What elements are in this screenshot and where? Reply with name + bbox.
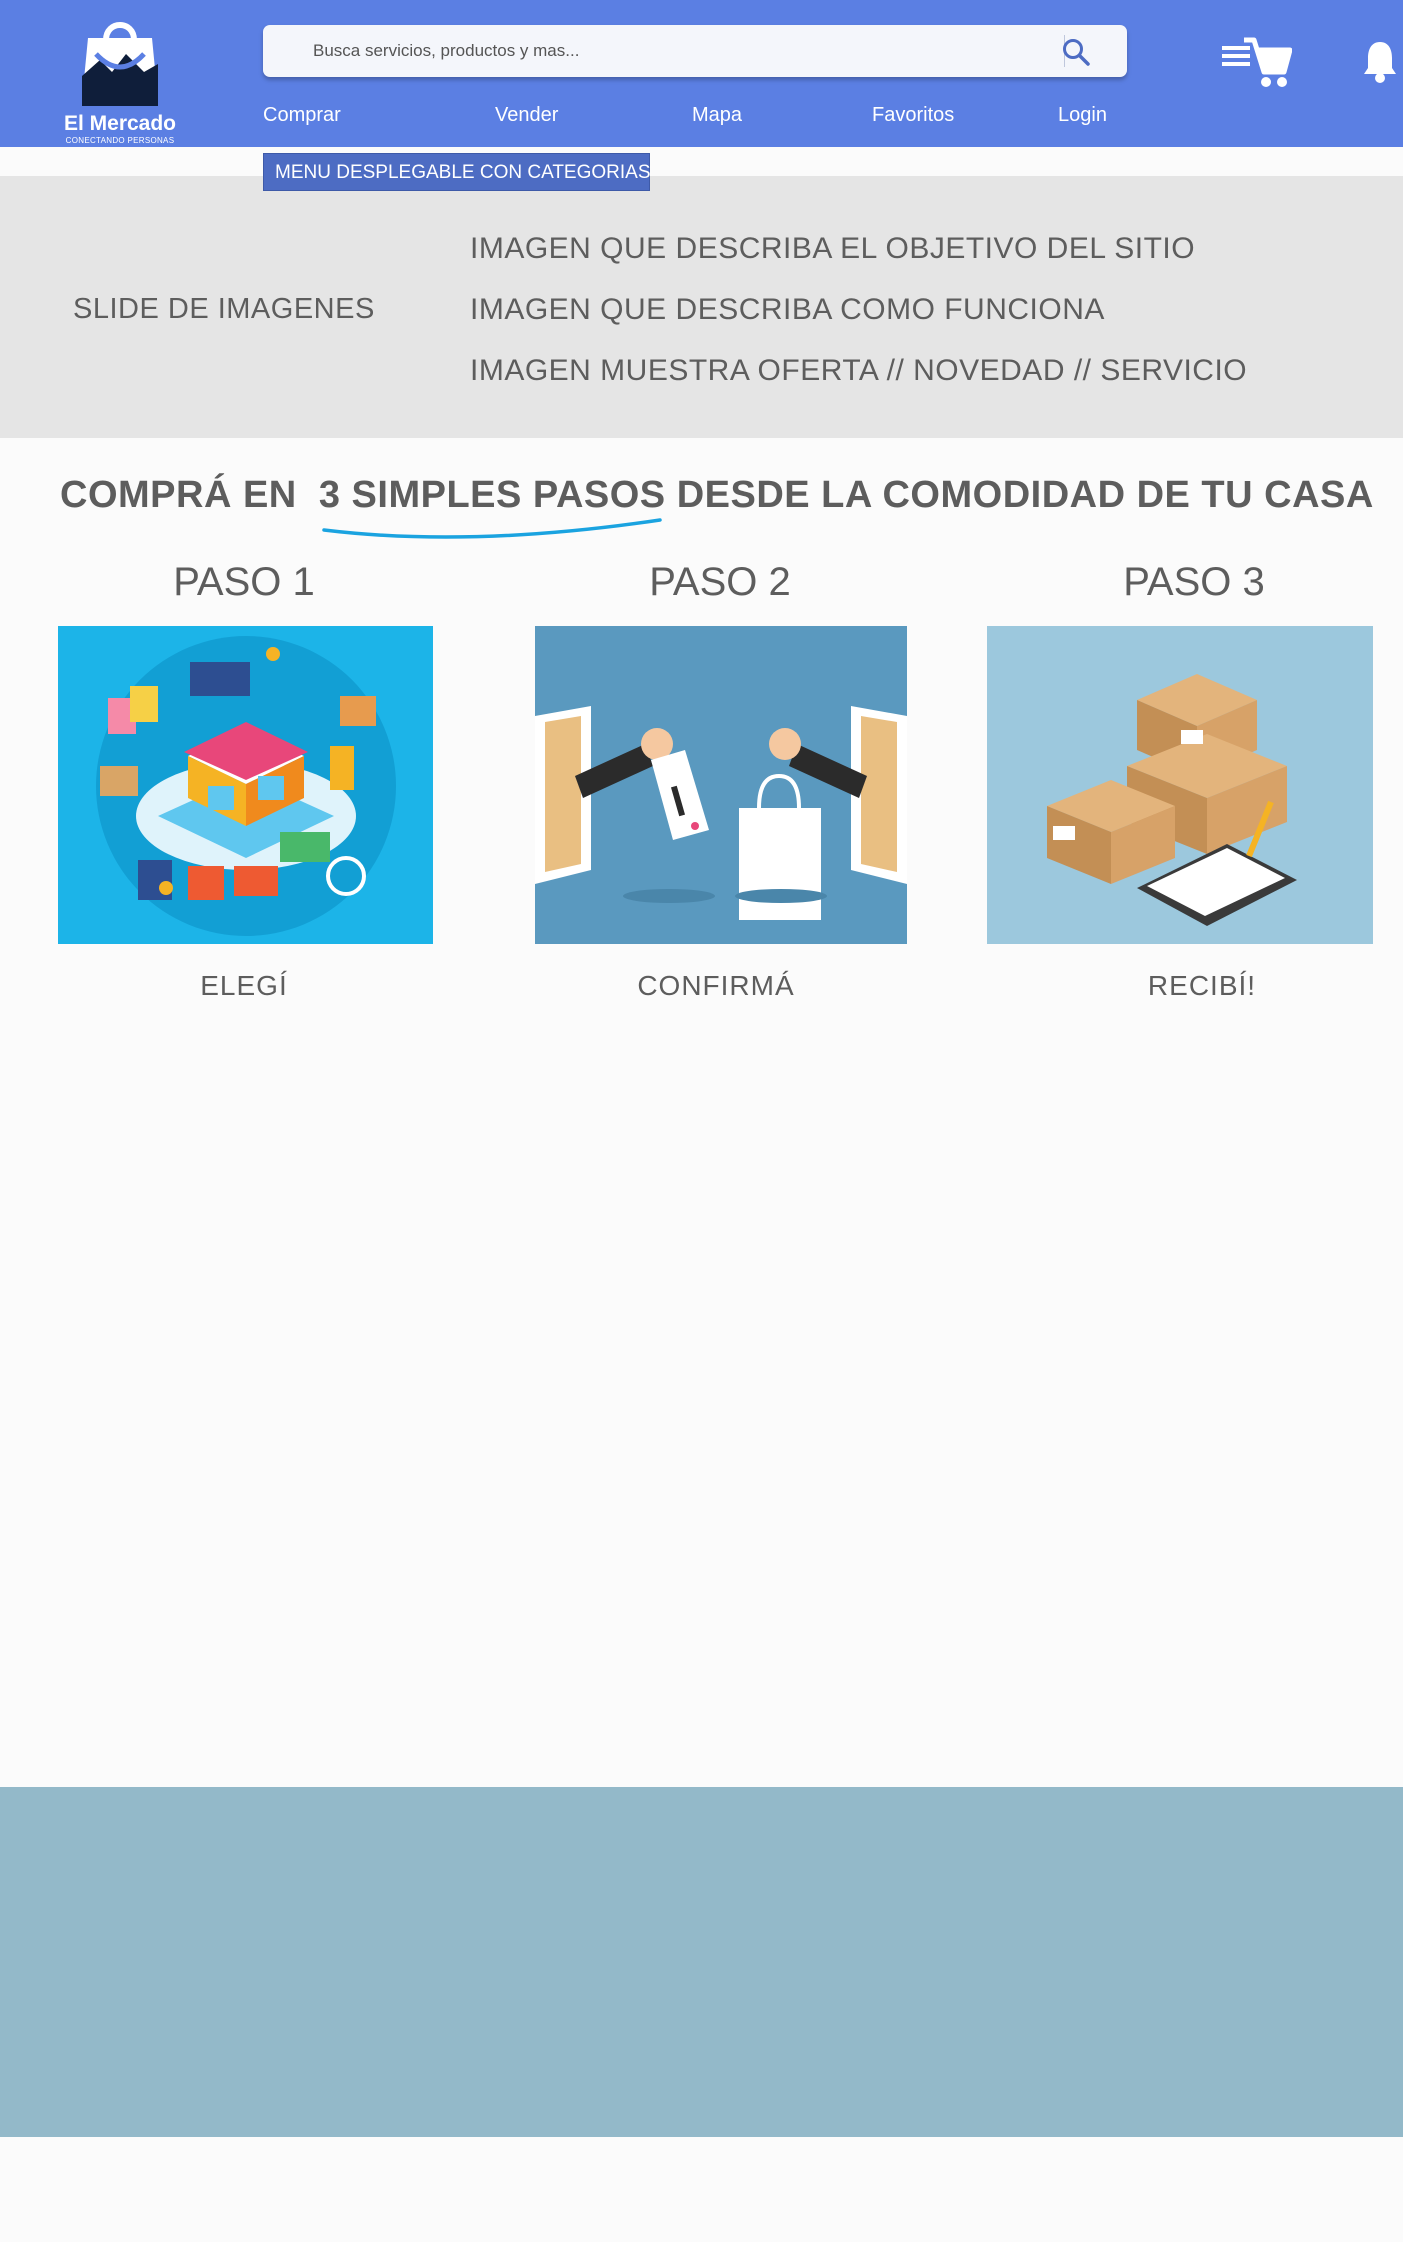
steps-heading-pre: COMPRÁ EN [60, 474, 297, 516]
step-1-label: ELEGÍ [200, 970, 288, 1001]
boxes-delivery-illustration [987, 626, 1373, 944]
bag-logo-icon [82, 22, 158, 106]
step-2-title: PASO 2 [649, 560, 791, 604]
top-header: El Mercado CONECTANDO PERSONAS Comprar V… [0, 0, 1403, 147]
footer-band [0, 1787, 1403, 2137]
shop-isometric-illustration [96, 636, 396, 936]
hands-exchange-illustration [535, 706, 907, 920]
hero-line-how-it-works: IMAGEN QUE DESCRIBA COMO FUNCIONA [470, 293, 1105, 326]
step-1-image [58, 626, 433, 944]
nav-favoritos[interactable]: Favoritos [872, 104, 954, 127]
hero-slider[interactable]: SLIDE DE IMAGENES IMAGEN QUE DESCRIBA EL… [0, 176, 1403, 438]
step-2-label: CONFIRMÁ [637, 970, 795, 1001]
hero-line-objective: IMAGEN QUE DESCRIBA EL OBJETIVO DEL SITI… [470, 232, 1196, 265]
step-3-image [987, 626, 1373, 944]
hero-line-offer: IMAGEN MUESTRA OFERTA // NOVEDAD // SERV… [470, 354, 1248, 387]
steps-heading: COMPRÁ EN 3 SIMPLES PASOS DESDE LA COMOD… [60, 474, 1374, 517]
step-3-title: PASO 3 [1123, 560, 1265, 604]
steps-heading-post: DESDE LA COMODIDAD DE TU CASA [676, 474, 1374, 516]
bell-icon[interactable] [1362, 38, 1398, 84]
search-input[interactable] [313, 38, 1013, 64]
step-3-label: RECIBÍ! [1147, 970, 1257, 1001]
nav-vender[interactable]: Vender [495, 104, 558, 127]
brand-logo[interactable]: El Mercado CONECTANDO PERSONAS [56, 14, 186, 145]
search-bar [263, 25, 1127, 77]
steps-heading-highlight: 3 SIMPLES PASOS [318, 474, 666, 516]
categories-dropdown[interactable]: MENU DESPLEGABLE CON CATEGORIAS [263, 153, 651, 191]
cart-icon[interactable] [1220, 36, 1292, 92]
brand-tagline: CONECTANDO PERSONAS [65, 136, 175, 145]
brand-name: El Mercado [63, 112, 177, 135]
nav-comprar[interactable]: Comprar [263, 104, 341, 127]
nav-mapa[interactable]: Mapa [692, 104, 742, 127]
step-2-image [535, 626, 907, 944]
search-icon[interactable] [1061, 37, 1091, 67]
nav-login[interactable]: Login [1058, 104, 1107, 127]
highlight-underline [322, 518, 662, 539]
slider-label: SLIDE DE IMAGENES [73, 293, 375, 325]
step-1-title: PASO 1 [173, 560, 315, 604]
